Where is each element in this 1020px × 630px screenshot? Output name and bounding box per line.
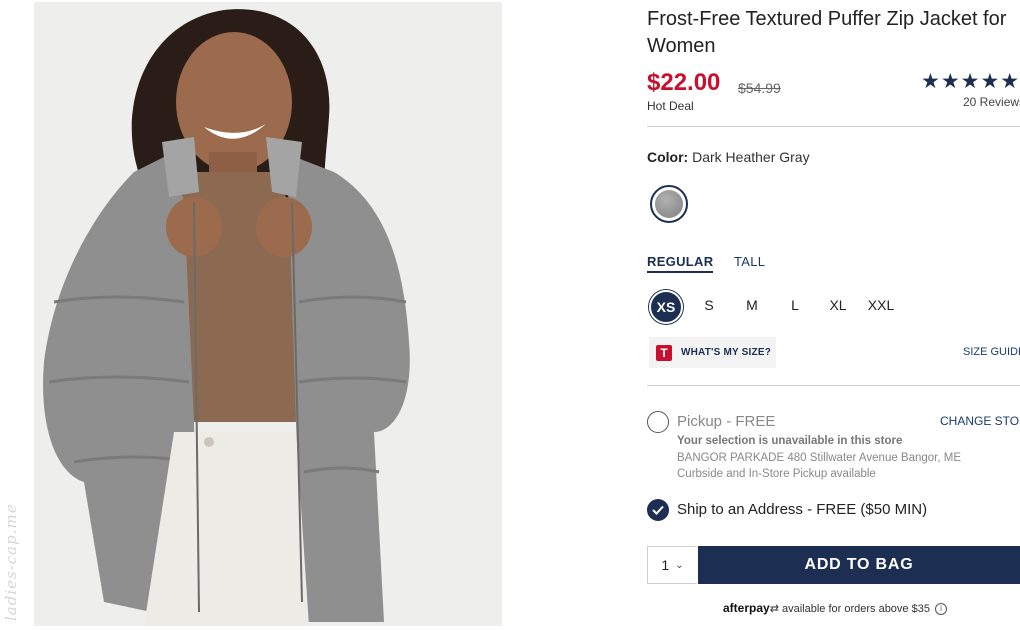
size-guide-link[interactable]: SIZE GUIDE — [963, 346, 1020, 358]
afterpay-text: available for orders above $35 — [781, 603, 930, 615]
original-price: $54.99 — [738, 80, 781, 96]
reviews-link[interactable]: 20 Reviews — [963, 95, 1020, 109]
product-image[interactable] — [34, 2, 502, 626]
pickup-radio[interactable] — [647, 411, 669, 433]
size-option-l[interactable]: L — [778, 288, 812, 322]
product-title: Frost-Free Textured Puffer Zip Jacket fo… — [647, 8, 1007, 57]
model-photo-illustration — [34, 2, 502, 626]
whats-my-size-label: WHAT'S MY SIZE? — [681, 347, 772, 358]
add-to-bag-button[interactable]: ADD TO BAG — [698, 546, 1020, 584]
divider — [647, 385, 1020, 386]
sale-price: $22.00 — [647, 69, 721, 96]
check-icon — [652, 505, 664, 515]
pickup-label: Pickup - FREE — [677, 413, 776, 430]
color-label-row: Color: Dark Heather Gray — [647, 149, 810, 165]
watermark: ladies-cap.me — [2, 503, 20, 622]
tab-regular[interactable]: REGULAR — [647, 254, 714, 273]
tab-tall[interactable]: TALL — [734, 254, 765, 269]
rating-stars-icon[interactable]: ★★★★★ — [921, 69, 1020, 94]
quantity-select[interactable]: 1 ⌄ — [647, 546, 697, 584]
color-swatch-dark-heather-gray[interactable] — [650, 185, 688, 223]
size-option-s[interactable]: S — [692, 288, 726, 322]
ship-radio[interactable] — [647, 499, 669, 521]
swatch-fill — [655, 190, 683, 218]
size-option-xs[interactable]: XS — [649, 290, 683, 324]
deal-label: Hot Deal — [647, 99, 694, 113]
whats-my-size-button[interactable]: T WHAT'S MY SIZE? — [649, 337, 776, 368]
afterpay-note: afterpay⇄ available for orders above $35… — [723, 601, 948, 616]
quantity-value: 1 — [661, 557, 670, 573]
info-icon[interactable]: i — [935, 603, 948, 616]
size-option-xl[interactable]: XL — [821, 288, 855, 322]
change-store-link[interactable]: CHANGE STORE — [940, 414, 1020, 428]
chevron-down-icon: ⌄ — [675, 559, 684, 571]
curbside-note: Curbside and In-Store Pickup available — [677, 468, 876, 480]
true-fit-logo-icon: T — [656, 344, 672, 361]
afterpay-arrows-icon: ⇄ — [769, 603, 779, 615]
size-option-xxl[interactable]: XXL — [864, 288, 898, 322]
color-label: Color: — [647, 149, 689, 165]
ship-label: Ship to an Address - FREE ($50 MIN) — [677, 501, 928, 518]
unavailable-message: Your selection is unavailable in this st… — [677, 435, 903, 447]
divider — [647, 126, 1020, 127]
afterpay-logo: afterpay — [723, 601, 770, 615]
product-info-panel: Frost-Free Textured Puffer Zip Jacket fo… — [647, 0, 1020, 630]
size-option-m[interactable]: M — [735, 288, 769, 322]
store-address: BANGOR PARKADE 480 Stillwater Avenue Ban… — [677, 452, 962, 464]
color-value: Dark Heather Gray — [692, 149, 810, 165]
